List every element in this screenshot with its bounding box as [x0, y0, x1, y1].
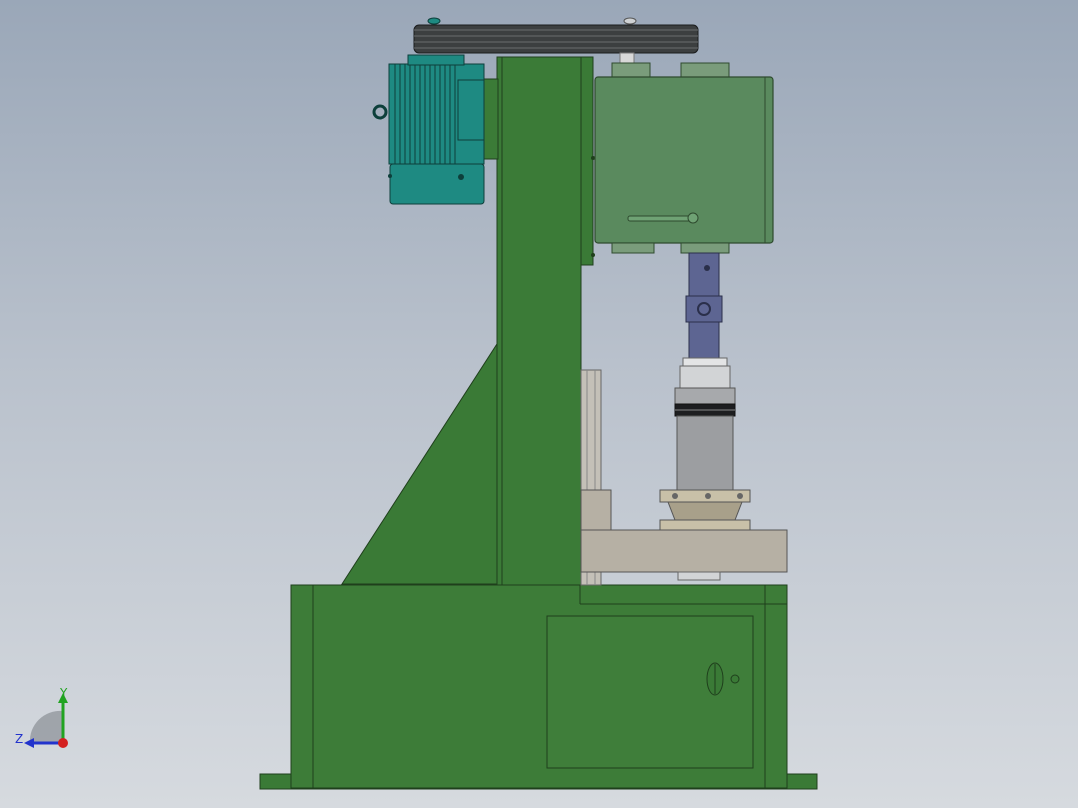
- motor-mount-plate: [483, 78, 499, 160]
- orientation-triad: Y Z: [15, 686, 68, 748]
- electric-motor: [372, 54, 485, 205]
- universal-joint-shaft: [685, 252, 723, 359]
- main-column: [496, 56, 582, 586]
- spindle-cylinder: [659, 357, 751, 531]
- cabinet-door: [546, 615, 754, 769]
- gearbox: [594, 62, 774, 254]
- door-lock: [730, 674, 740, 684]
- triad-z-label: Z: [15, 732, 23, 746]
- gearbox-lever: [627, 215, 693, 222]
- cad-viewport[interactable]: Y Z: [0, 0, 1078, 808]
- triad-y-label: Y: [59, 686, 68, 700]
- machine-model[interactable]: [0, 0, 1078, 808]
- column-gusset: [341, 342, 498, 585]
